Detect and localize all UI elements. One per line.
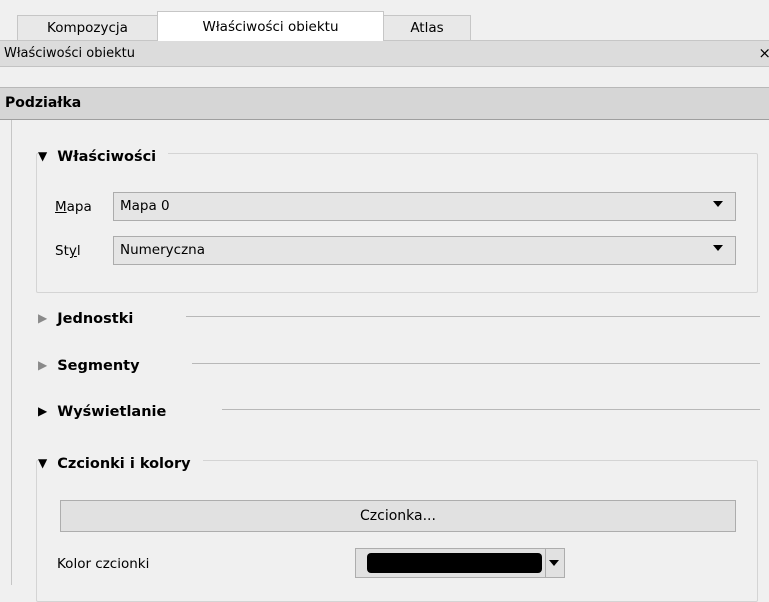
content-left-border	[11, 120, 12, 585]
expanded-arrow-icon: ▼	[38, 456, 48, 470]
tab-bar: Kompozycja Właściwości obiektu Atlas	[0, 0, 769, 41]
collapsed-arrow-icon: ▶	[38, 358, 48, 372]
group-line-segmenty	[192, 363, 760, 364]
group-line-jednostki	[186, 316, 760, 317]
chevron-down-icon	[713, 201, 723, 207]
mapa-combobox[interactable]: Mapa 0	[113, 192, 736, 221]
group-header-wyswietlanie[interactable]: ▶ Wyświetlanie	[38, 404, 166, 420]
group-title-jednostki: Jednostki	[57, 311, 134, 327]
color-swatch	[367, 553, 542, 573]
collapsed-arrow-icon: ▶	[38, 404, 48, 418]
styl-label: Styl	[55, 243, 81, 259]
color-button-separator	[545, 549, 546, 577]
group-header-wlasciwosci[interactable]: ▼ Właściwości	[38, 149, 169, 165]
group-header-czcionki[interactable]: ▼ Czcionki i kolory	[38, 456, 203, 472]
panel-header: Właściwości obiektu ×	[0, 41, 769, 67]
styl-label-mnemonic: y	[68, 243, 77, 259]
mapa-label: Mapa	[55, 199, 92, 215]
mapa-label-rest: apa	[66, 199, 92, 215]
font-color-button[interactable]	[355, 548, 565, 578]
tab-kompozycja[interactable]: Kompozycja	[17, 15, 158, 40]
section-title: Podziałka	[5, 95, 82, 111]
group-line-wyswietlanie	[222, 409, 760, 410]
font-color-label: Kolor czcionki	[57, 556, 150, 572]
tab-wlasciwosci-obiektu[interactable]: Właściwości obiektu	[157, 11, 384, 41]
expanded-arrow-icon: ▼	[38, 149, 48, 163]
chevron-down-icon	[713, 245, 723, 251]
styl-label-pre: St	[55, 243, 69, 259]
mapa-label-mnemonic: M	[55, 199, 67, 215]
group-header-jednostki[interactable]: ▶ Jednostki	[38, 311, 133, 327]
collapsed-arrow-icon: ▶	[38, 311, 48, 325]
mapa-value: Mapa 0	[120, 198, 170, 214]
styl-combobox[interactable]: Numeryczna	[113, 236, 736, 265]
tab-atlas[interactable]: Atlas	[383, 15, 471, 40]
panel-title: Właściwości obiektu	[4, 46, 135, 61]
chevron-down-icon[interactable]	[549, 560, 559, 566]
section-header: Podziałka	[0, 87, 769, 120]
group-header-segmenty[interactable]: ▶ Segmenty	[38, 358, 140, 374]
styl-value: Numeryczna	[120, 242, 205, 258]
group-box-wlasciwosci	[36, 153, 758, 293]
group-title-czcionki: Czcionki i kolory	[57, 456, 191, 472]
styl-label-rest: l	[76, 243, 81, 259]
font-button[interactable]: Czcionka...	[60, 500, 736, 532]
group-title-segmenty: Segmenty	[57, 358, 140, 374]
group-title-wlasciwosci: Właściwości	[57, 149, 157, 165]
group-title-wyswietlanie: Wyświetlanie	[57, 404, 167, 420]
close-icon[interactable]: ×	[758, 44, 769, 62]
